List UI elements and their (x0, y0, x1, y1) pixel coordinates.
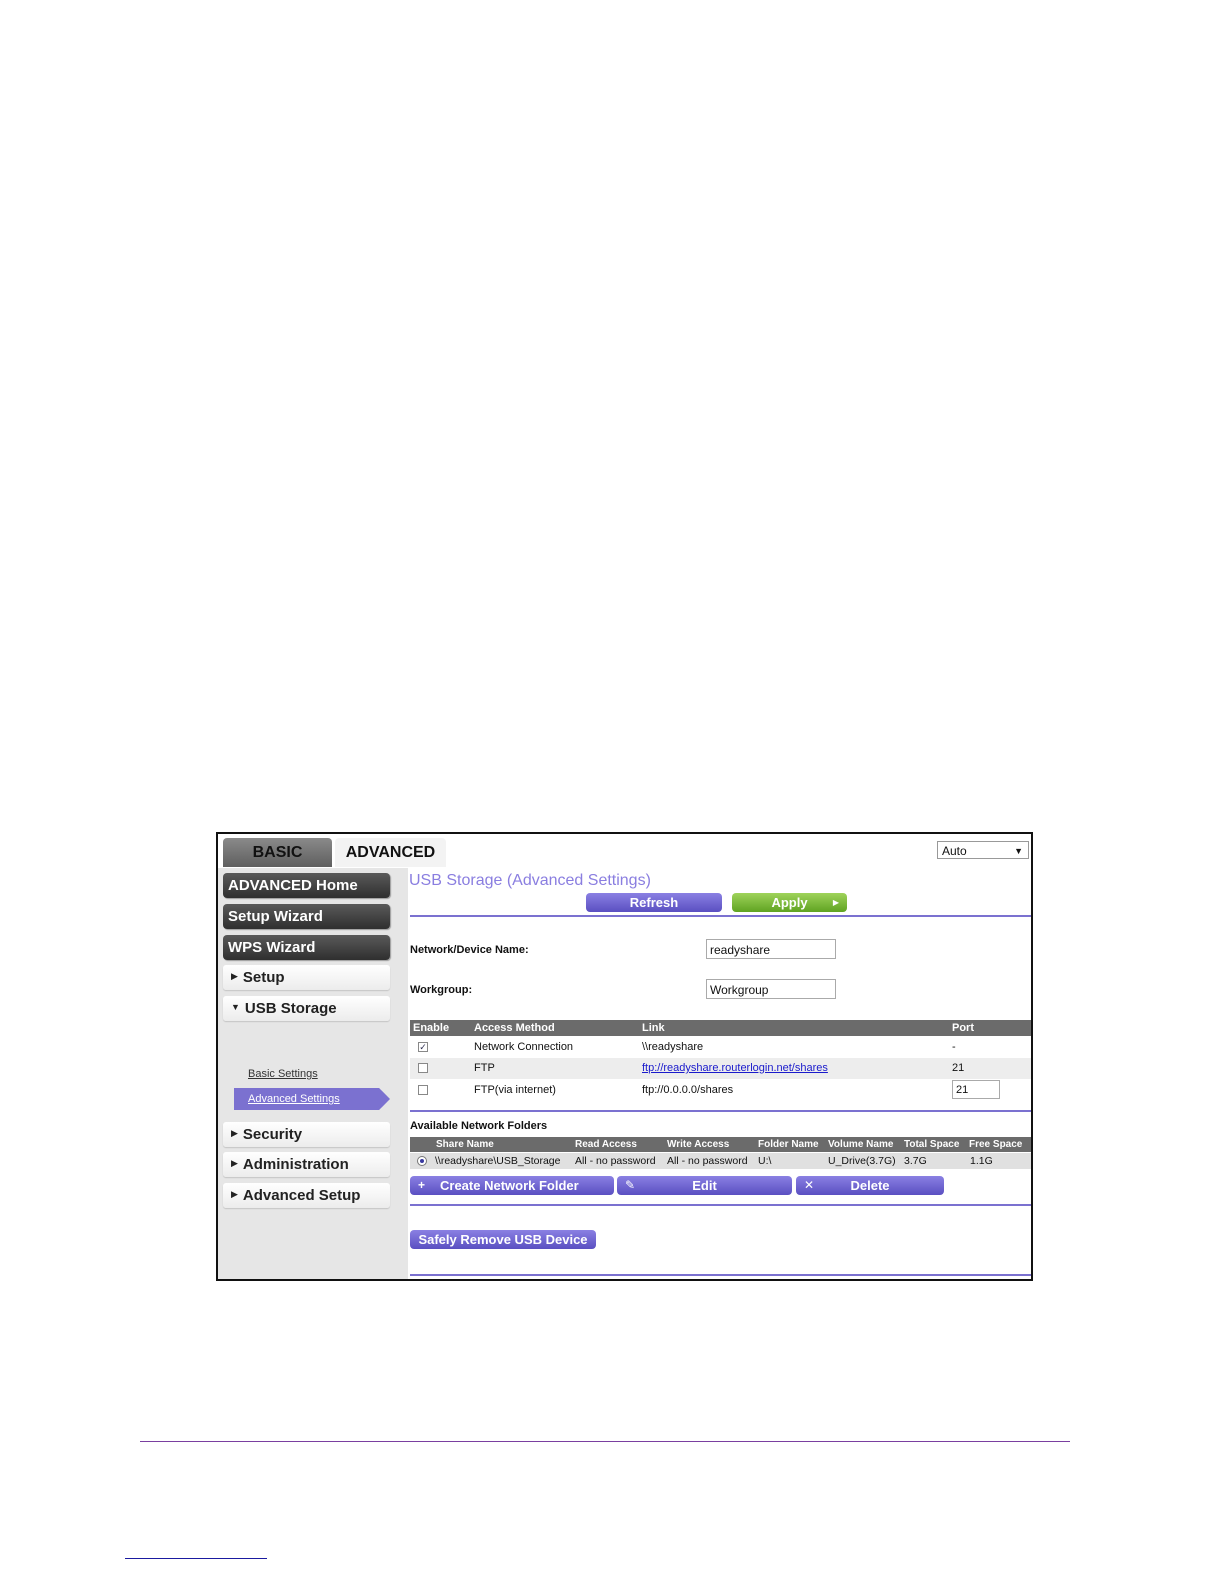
top-bar: BASIC ADVANCED Auto ▼ (218, 834, 1031, 869)
enable-checkbox[interactable] (418, 1085, 428, 1095)
sidebar-item-wps-wizard[interactable]: WPS Wizard (223, 935, 390, 960)
sidebar: ADVANCED Home Setup Wizard WPS Wizard ▶ S… (218, 868, 408, 1279)
play-arrow-icon: ▶ (832, 898, 839, 907)
sidebar-item-setup-wizard[interactable]: Setup Wizard (223, 904, 390, 929)
column-header: Share Name (436, 1139, 494, 1150)
page-footer-rule (140, 1441, 1070, 1442)
column-header: Link (642, 1022, 665, 1034)
edit-label: Edit (692, 1178, 717, 1193)
column-header: Port (952, 1022, 974, 1034)
sidebar-item-advanced-setup[interactable]: ▶ Advanced Setup (223, 1183, 390, 1208)
sidebar-item-security[interactable]: ▶ Security (223, 1122, 390, 1147)
caret-right-icon: ▶ (231, 1188, 238, 1199)
edit-button[interactable]: ✎ Edit (617, 1176, 792, 1195)
access-method: Network Connection (474, 1041, 574, 1053)
caret-right-icon: ▶ (231, 970, 238, 981)
refresh-button[interactable]: Refresh (586, 893, 722, 912)
table-row: FTP(via internet) ftp://0.0.0.0/shares 2… (410, 1080, 1031, 1101)
pencil-icon: ✎ (625, 1178, 636, 1192)
caret-down-icon: ▼ (231, 1001, 240, 1012)
delete-label: Delete (850, 1178, 890, 1193)
caret-right-icon: ▶ (231, 1157, 238, 1168)
column-header: Read Access (575, 1139, 637, 1150)
total-space: 3.7G (904, 1155, 927, 1167)
delete-button[interactable]: ✕ Delete (796, 1176, 944, 1195)
column-header: Total Space (904, 1139, 960, 1150)
table-row: FTP ftp://readyshare.routerlogin.net/sha… (410, 1058, 1031, 1079)
port-value: 21 (952, 1062, 965, 1074)
plus-icon: + (418, 1178, 426, 1192)
divider (410, 1110, 1031, 1112)
divider (410, 1204, 1031, 1206)
sidebar-item-label: Security (242, 1126, 303, 1143)
tab-advanced[interactable]: ADVANCED (335, 838, 446, 867)
sidebar-item-advanced-home[interactable]: ADVANCED Home (223, 873, 390, 898)
access-table-header: Enable Access Method Link Port (410, 1020, 1031, 1036)
port-field[interactable]: 21 (952, 1080, 1000, 1099)
apply-button[interactable]: Apply ▶ (732, 893, 847, 912)
language-select[interactable]: Auto ▼ (937, 841, 1029, 859)
divider (410, 1274, 1031, 1276)
folder-select-radio[interactable] (417, 1156, 427, 1166)
enable-checkbox[interactable]: ✓ (418, 1042, 428, 1052)
chevron-down-icon: ▼ (1014, 846, 1023, 856)
column-header: Enable (413, 1022, 450, 1034)
sidebar-item-administration[interactable]: ▶ Administration (223, 1152, 390, 1177)
workgroup-field[interactable]: Workgroup (706, 979, 836, 999)
write-access: All - no password (667, 1155, 748, 1167)
router-admin-screenshot: BASIC ADVANCED Auto ▼ ADVANCED Home Setu… (216, 832, 1033, 1281)
volume-name: U_Drive(3.7G) (828, 1155, 896, 1167)
footer-link-underline (125, 1558, 267, 1559)
page-title: USB Storage (Advanced Settings) (409, 872, 651, 889)
enable-checkbox[interactable] (418, 1063, 428, 1073)
share-name: \\readyshare\USB_Storage (435, 1155, 561, 1167)
apply-button-label: Apply (771, 895, 808, 910)
access-method: FTP(via internet) (474, 1084, 556, 1096)
table-row: \\readyshare\USB_Storage All - no passwo… (410, 1153, 1031, 1169)
access-method: FTP (474, 1062, 495, 1074)
sidebar-item-label: Advanced Setup (242, 1187, 361, 1204)
sidebar-subitem-advanced-settings[interactable]: Advanced Settings (234, 1088, 390, 1110)
workgroup-label: Workgroup: (410, 984, 473, 996)
sidebar-item-label: Setup (242, 969, 285, 986)
device-name-label: Network/Device Name: (410, 944, 529, 956)
folders-table-header: Share Name Read Access Write Access Fold… (410, 1137, 1031, 1152)
column-header: Access Method (474, 1022, 555, 1034)
tab-basic[interactable]: BASIC (223, 838, 332, 867)
table-row: ✓ Network Connection \\readyshare - (410, 1037, 1031, 1058)
caret-right-icon: ▶ (231, 1127, 238, 1138)
access-link: ftp://0.0.0.0/shares (642, 1084, 734, 1096)
column-header: Folder Name (758, 1139, 819, 1150)
access-link: \\readyshare (642, 1041, 704, 1053)
read-access: All - no password (575, 1155, 656, 1167)
folder-name: U:\ (758, 1155, 772, 1167)
column-header: Write Access (667, 1139, 730, 1150)
column-header: Free Space (969, 1139, 1023, 1150)
ftp-link[interactable]: ftp://readyshare.routerlogin.net/shares (642, 1058, 828, 1079)
create-network-folder-label: Create Network Folder (440, 1178, 579, 1193)
port-value: - (952, 1041, 956, 1053)
create-network-folder-button[interactable]: + Create Network Folder (410, 1176, 614, 1195)
language-select-value: Auto (942, 844, 967, 858)
divider (410, 915, 1031, 917)
sidebar-item-setup[interactable]: ▶ Setup (223, 965, 390, 990)
main-content: USB Storage (Advanced Settings) Refresh … (408, 868, 1031, 1279)
sidebar-subitem-basic-settings[interactable]: Basic Settings (248, 1068, 318, 1080)
safely-remove-usb-button[interactable]: Safely Remove USB Device (410, 1230, 596, 1249)
sidebar-item-label: USB Storage (244, 1000, 337, 1017)
sidebar-item-label: Administration (242, 1156, 349, 1173)
free-space: 1.1G (970, 1155, 993, 1167)
device-name-field[interactable]: readyshare (706, 939, 836, 959)
sidebar-item-usb-storage[interactable]: ▼ USB Storage (223, 996, 390, 1021)
column-header: Volume Name (828, 1139, 894, 1150)
close-icon: ✕ (804, 1178, 815, 1192)
folders-section-title: Available Network Folders (410, 1120, 548, 1132)
